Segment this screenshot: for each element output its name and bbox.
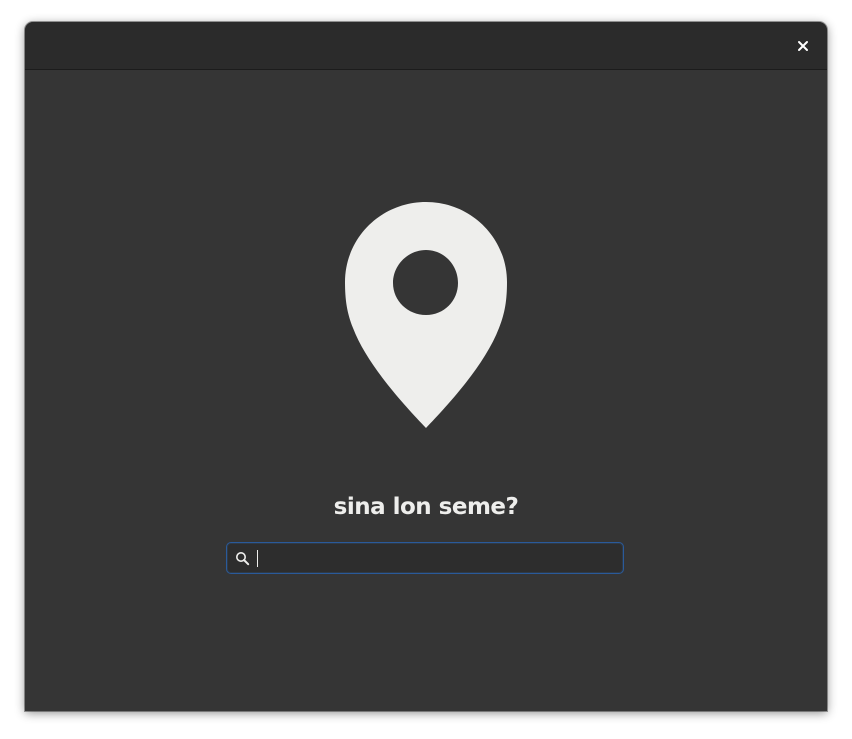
content-area: sina lon seme? bbox=[25, 70, 827, 711]
search-icon bbox=[236, 552, 250, 566]
search-input[interactable] bbox=[257, 543, 613, 573]
text-cursor bbox=[257, 550, 258, 567]
headerbar bbox=[25, 22, 827, 70]
close-icon bbox=[798, 41, 808, 51]
close-button[interactable] bbox=[791, 34, 815, 58]
location-dialog-window: sina lon seme? bbox=[25, 22, 827, 711]
page-title: sina lon seme? bbox=[333, 494, 519, 520]
location-search-entry[interactable] bbox=[226, 542, 624, 574]
map-pin-icon bbox=[345, 202, 507, 428]
